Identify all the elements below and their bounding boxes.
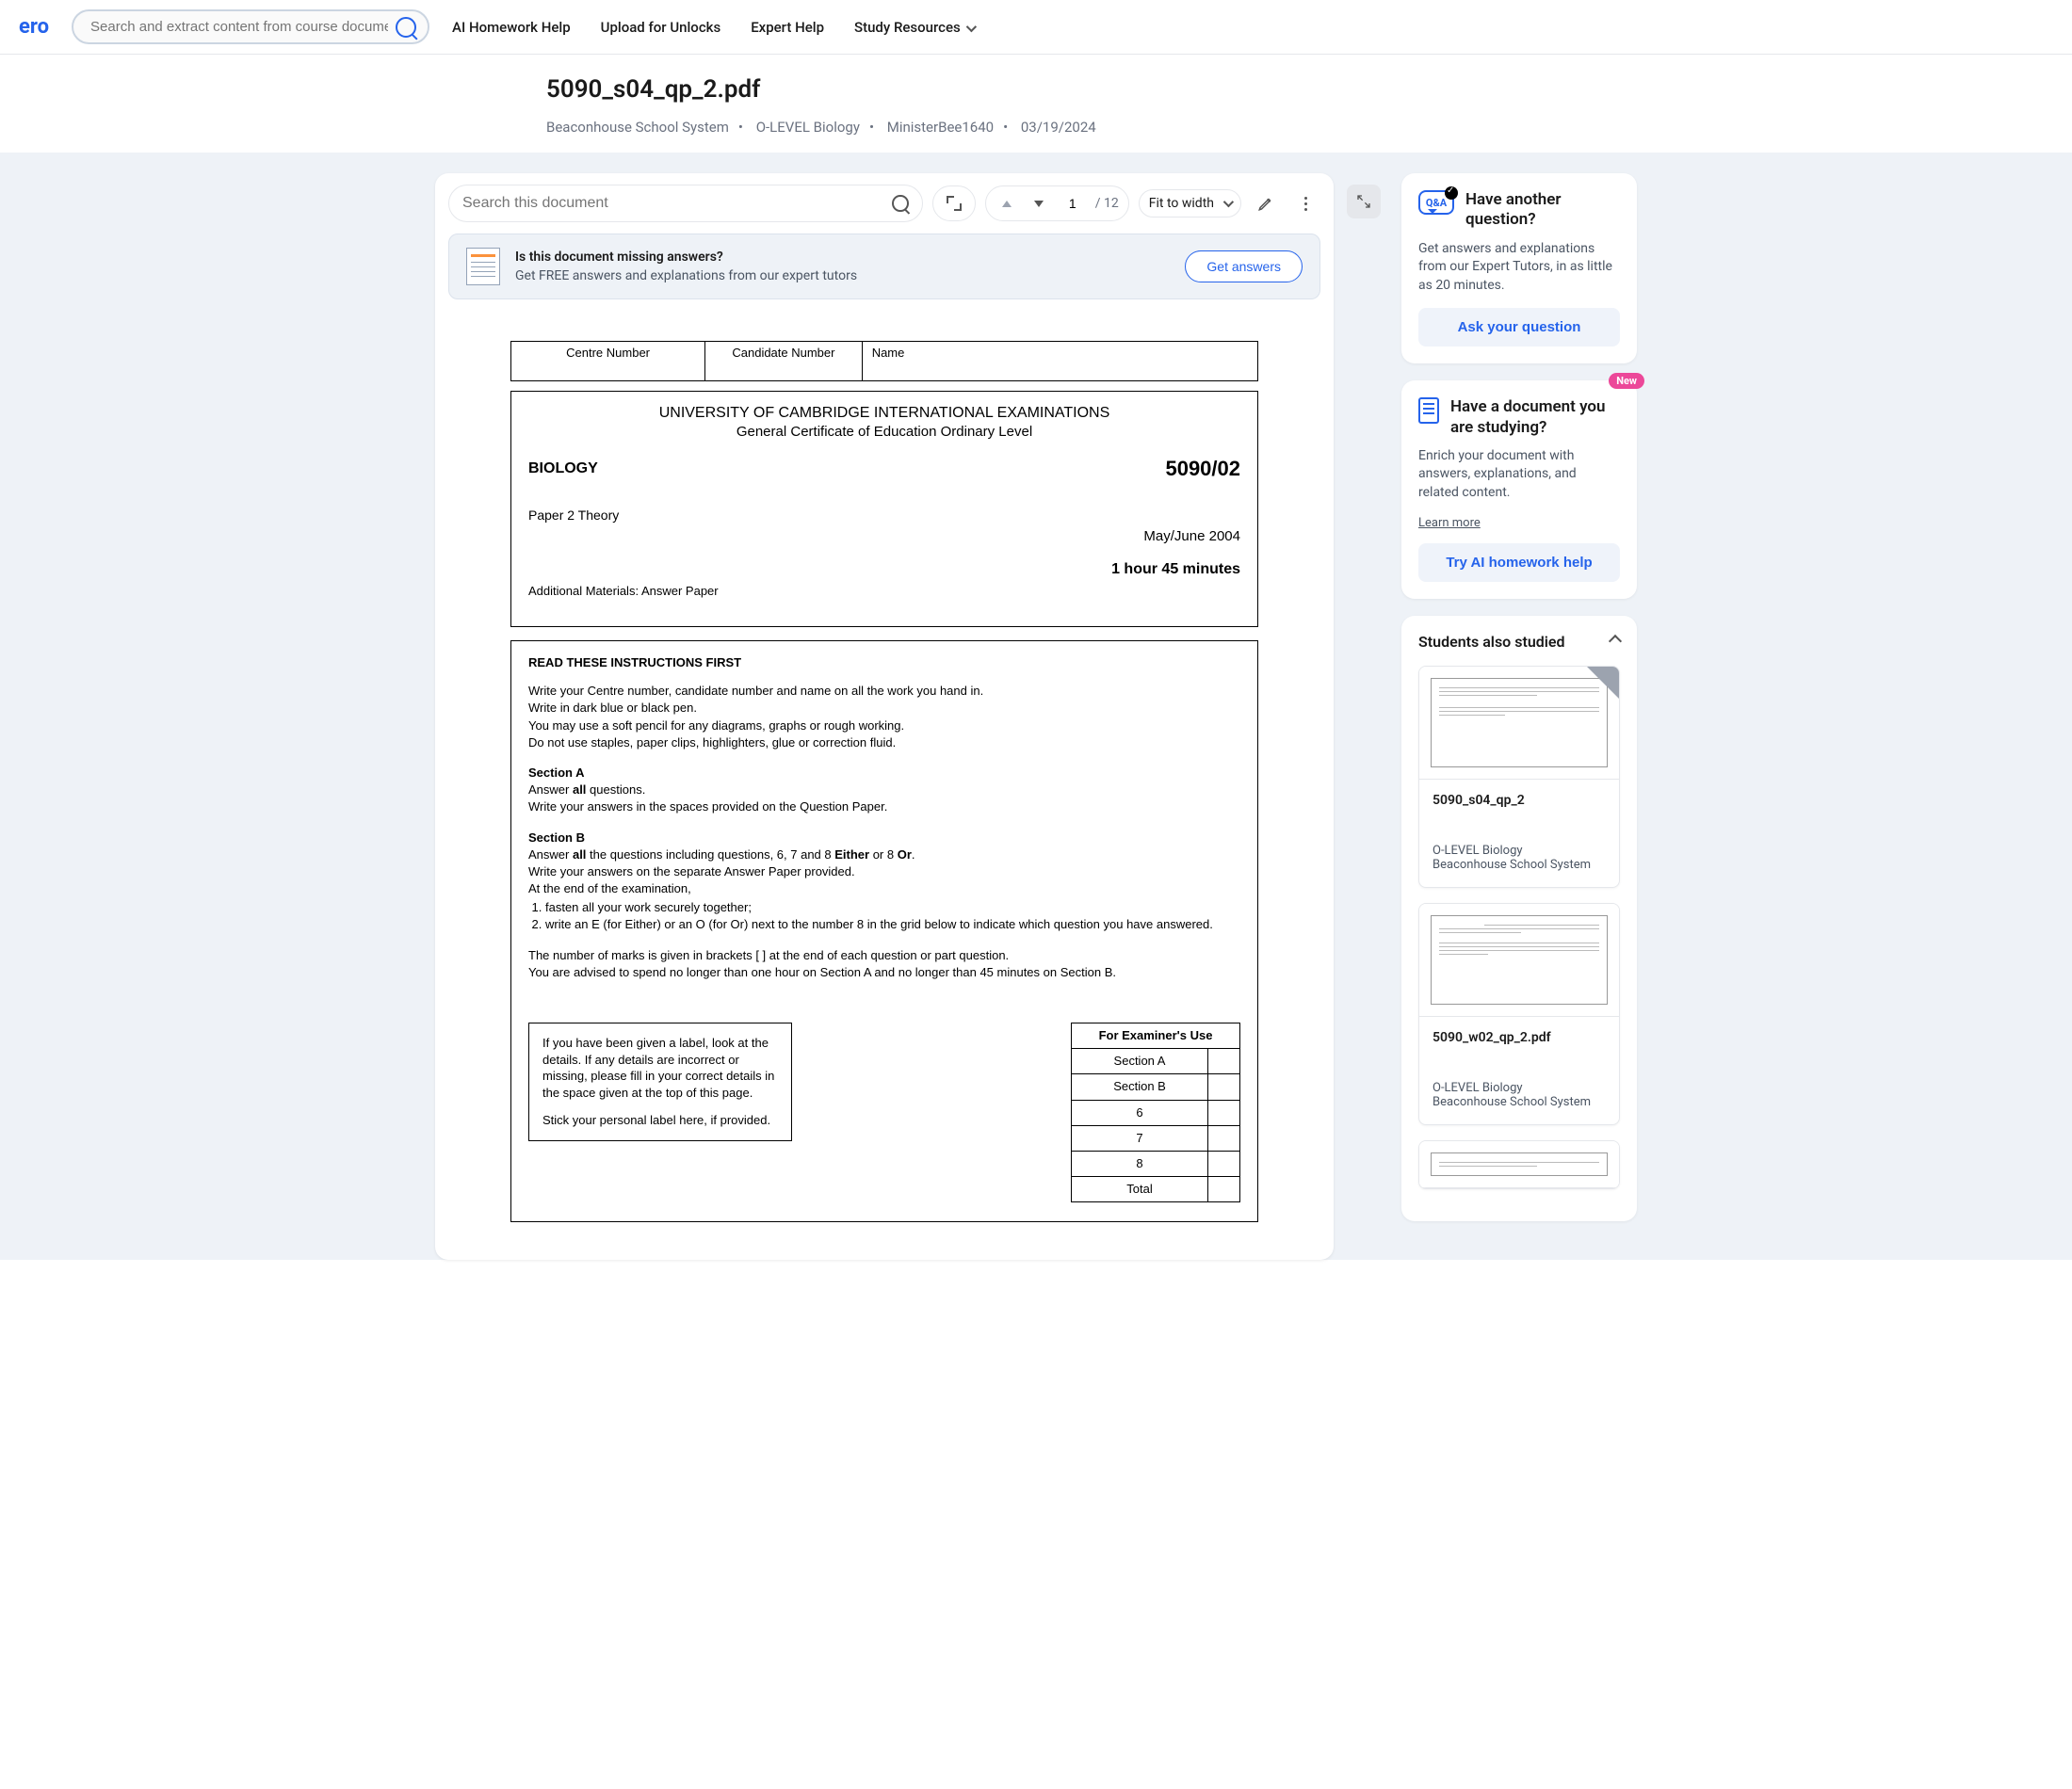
banner-subtitle: Get FREE answers and explanations from o… bbox=[515, 268, 1170, 283]
document-panel: / 12 Fit to width Is this document missi… bbox=[435, 173, 1334, 1260]
top-header: ero AI Homework Help Upload for Unlocks … bbox=[0, 0, 2072, 55]
title-area: 5090_s04_qp_2.pdf Beaconhouse School Sys… bbox=[546, 55, 1526, 153]
learn-more-link[interactable]: Learn more bbox=[1418, 516, 1620, 530]
meta-uploader[interactable]: MinisterBee1640 bbox=[887, 119, 994, 136]
zoom-group[interactable]: Fit to width bbox=[1139, 189, 1241, 218]
thumbnail bbox=[1419, 667, 1619, 780]
gce-line: General Certificate of Education Ordinar… bbox=[528, 424, 1240, 440]
chevron-down-icon bbox=[966, 21, 977, 31]
main-layout: / 12 Fit to width Is this document missi… bbox=[0, 153, 2072, 1260]
thumbnail bbox=[1419, 904, 1619, 1017]
new-badge: New bbox=[1609, 373, 1644, 389]
missing-answers-banner: Is this document missing answers? Get FR… bbox=[448, 234, 1320, 299]
arrow-down-icon bbox=[1034, 201, 1044, 207]
nav-links: AI Homework Help Upload for Unlocks Expe… bbox=[452, 19, 974, 36]
sidebar: Q&A Have another question? Get answers a… bbox=[1401, 173, 1637, 1260]
try-ai-button[interactable]: Try AI homework help bbox=[1418, 543, 1620, 582]
expand-panel-button[interactable] bbox=[1347, 185, 1381, 218]
university-line: UNIVERSITY OF CAMBRIDGE INTERNATIONAL EX… bbox=[528, 405, 1240, 422]
ai-card: New Have a document you are studying? En… bbox=[1401, 380, 1637, 598]
document-search-input[interactable] bbox=[462, 195, 892, 212]
document-search[interactable] bbox=[448, 185, 923, 222]
centre-number-cell: Centre Number bbox=[511, 342, 705, 381]
ai-card-title: Have a document you are studying? bbox=[1450, 397, 1620, 438]
fullscreen-button[interactable] bbox=[943, 192, 965, 215]
ask-question-button[interactable]: Ask your question bbox=[1418, 308, 1620, 347]
related-doc-item[interactable] bbox=[1418, 1140, 1620, 1189]
related-doc-item[interactable]: 5090_s04_qp_2 O-LEVEL Biology Beaconhous… bbox=[1418, 666, 1620, 888]
thumbnail bbox=[1419, 1141, 1619, 1188]
banner-title: Is this document missing answers? bbox=[515, 250, 1170, 265]
get-answers-button[interactable]: Get answers bbox=[1185, 250, 1303, 282]
related-doc-item[interactable]: 5090_w02_qp_2.pdf O-LEVEL Biology Beacon… bbox=[1418, 903, 1620, 1125]
instructions-box: READ THESE INSTRUCTIONS FIRST Write your… bbox=[510, 640, 1258, 1222]
chevron-up-icon bbox=[1609, 635, 1622, 648]
annotate-button[interactable] bbox=[1251, 188, 1281, 218]
also-studied-header[interactable]: Students also studied bbox=[1418, 633, 1620, 651]
document-icon bbox=[1418, 397, 1439, 424]
search-icon bbox=[892, 195, 908, 212]
global-search[interactable] bbox=[72, 9, 429, 44]
subject: BIOLOGY bbox=[528, 460, 598, 477]
pencil-icon bbox=[1257, 195, 1274, 212]
materials: Additional Materials: Answer Paper bbox=[528, 584, 1240, 598]
search-icon bbox=[396, 17, 416, 38]
check-icon bbox=[1445, 186, 1458, 200]
document-title: 5090_s04_qp_2.pdf bbox=[546, 75, 1526, 104]
meta-school[interactable]: Beaconhouse School System bbox=[546, 119, 729, 136]
exam-info-box: UNIVERSITY OF CAMBRIDGE INTERNATIONAL EX… bbox=[510, 391, 1258, 627]
page-prev-button[interactable] bbox=[996, 192, 1018, 215]
document-toolbar: / 12 Fit to width bbox=[435, 173, 1334, 234]
document-page: Centre Number Candidate Number Name UNIV… bbox=[435, 313, 1334, 1260]
nav-upload[interactable]: Upload for Unlocks bbox=[601, 19, 721, 36]
fullscreen-group bbox=[932, 185, 976, 221]
instructions-title: READ THESE INSTRUCTIONS FIRST bbox=[528, 654, 1240, 671]
page-nav-group: / 12 bbox=[985, 185, 1129, 221]
more-icon bbox=[1304, 197, 1307, 211]
arrow-up-icon bbox=[1002, 201, 1012, 207]
ai-card-desc: Enrich your document with answers, expla… bbox=[1418, 447, 1620, 503]
chevron-down-icon bbox=[1223, 197, 1234, 207]
page-total: / 12 bbox=[1095, 196, 1119, 211]
duration: 1 hour 45 minutes bbox=[528, 561, 1240, 578]
label-box: If you have been given a label, look at … bbox=[528, 1023, 792, 1141]
name-cell: Name bbox=[862, 342, 1257, 381]
candidate-number-cell: Candidate Number bbox=[705, 342, 863, 381]
more-button[interactable] bbox=[1290, 188, 1320, 218]
page-next-button[interactable] bbox=[1028, 192, 1050, 215]
zoom-label: Fit to width bbox=[1149, 196, 1214, 211]
also-studied-card: Students also studied 5090_s04_qp_2 O-LE… bbox=[1401, 616, 1637, 1221]
exam-date: May/June 2004 bbox=[528, 528, 1240, 544]
paper-code: 5090/02 bbox=[1165, 457, 1240, 481]
meta-date: 03/19/2024 bbox=[1021, 119, 1096, 136]
qa-card-desc: Get answers and explanations from our Ex… bbox=[1418, 240, 1620, 296]
examiner-use-table: For Examiner's Use Section A Section B 6… bbox=[1071, 1023, 1240, 1202]
paper-line: Paper 2 Theory bbox=[528, 508, 1240, 523]
qa-card-title: Have another question? bbox=[1465, 190, 1620, 231]
document-meta: Beaconhouse School System• O-LEVEL Biolo… bbox=[546, 119, 1526, 136]
qa-icon: Q&A bbox=[1418, 190, 1454, 220]
nav-expert[interactable]: Expert Help bbox=[751, 19, 824, 36]
qa-card: Q&A Have another question? Get answers a… bbox=[1401, 173, 1637, 363]
expand-icon bbox=[947, 196, 962, 211]
global-search-input[interactable] bbox=[90, 19, 388, 35]
expand-diagonal-icon bbox=[1356, 194, 1371, 209]
document-icon bbox=[466, 248, 500, 285]
nav-resources[interactable]: Study Resources bbox=[854, 19, 974, 36]
nav-ai-homework[interactable]: AI Homework Help bbox=[452, 19, 571, 36]
meta-course[interactable]: O-LEVEL Biology bbox=[756, 119, 860, 136]
header-table: Centre Number Candidate Number Name bbox=[510, 341, 1258, 381]
logo[interactable]: ero bbox=[19, 15, 49, 39]
page-current-input[interactable] bbox=[1060, 196, 1086, 211]
